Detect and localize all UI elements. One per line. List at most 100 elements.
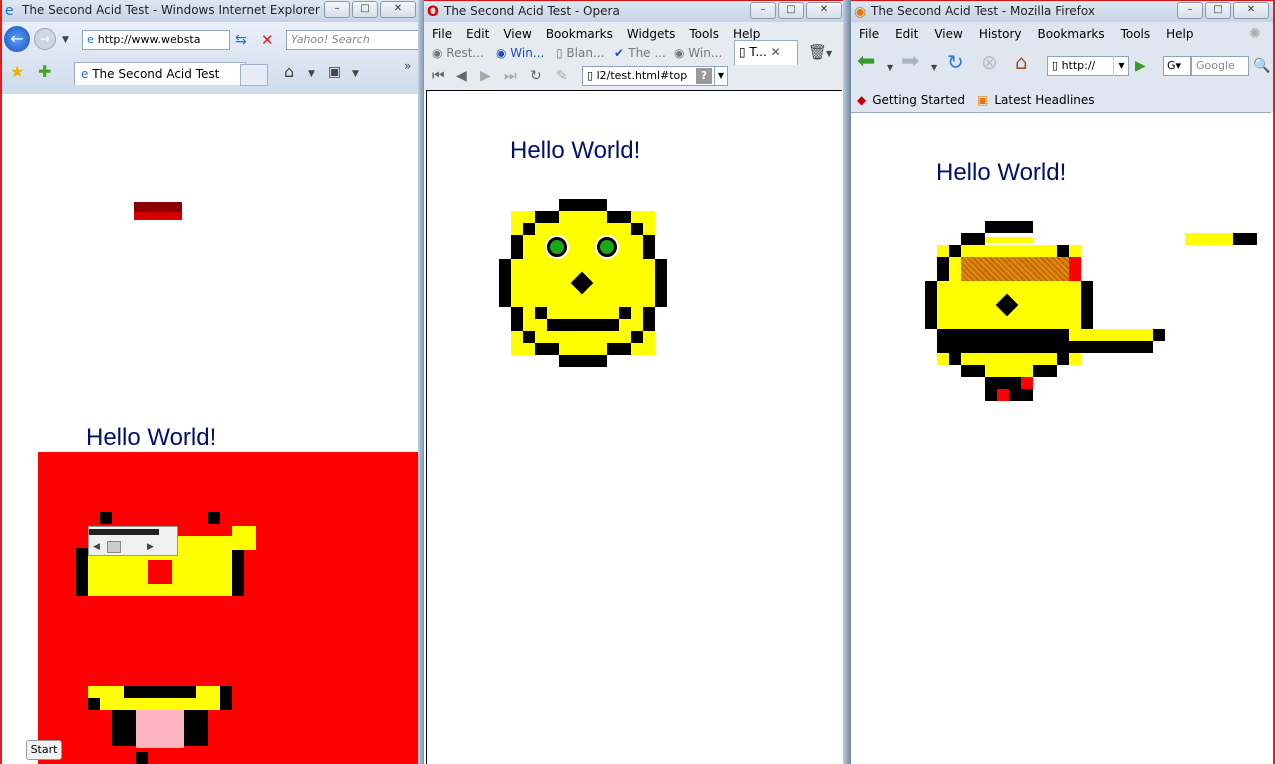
home-dropdown-icon[interactable]: ▼ <box>308 66 315 82</box>
forward-icon[interactable]: → <box>34 28 56 50</box>
opera-tab-3[interactable]: ▯ Blan... <box>556 42 610 64</box>
ff-outline-tr2 <box>1057 245 1069 257</box>
opera-menu-file[interactable]: File <box>432 24 452 44</box>
add-favorites-icon[interactable]: ✚ <box>38 64 51 80</box>
fast-forward-icon[interactable]: ⏭ <box>504 68 517 84</box>
face-dot-right <box>208 512 220 524</box>
firefox-search-field[interactable]: Google <box>1191 56 1249 76</box>
smiley-outline-bl3 <box>535 343 559 355</box>
address-dropdown-icon[interactable]: ▼ <box>714 66 728 86</box>
smiley-outline-tl2 <box>523 223 535 235</box>
smiley-mouth-left <box>535 307 547 319</box>
smiley-outline-right <box>643 235 655 259</box>
firefox-address-text: http:// <box>1061 59 1096 72</box>
firefox-menu-help[interactable]: Help <box>1166 24 1193 44</box>
firefox-forward-icon[interactable]: ➡ <box>901 51 919 73</box>
firefox-menu-file[interactable]: File <box>859 24 879 44</box>
ff-outline-bl2 <box>949 353 961 365</box>
firefox-menubar: File Edit View History Bookmarks Tools H… <box>851 24 1273 44</box>
firefox-window: ◉ The Second Acid Test - Mozilla Firefox… <box>851 0 1275 764</box>
back-icon[interactable]: ← <box>4 26 30 52</box>
ie-page: Hello World! ◀ ▶ Start <box>2 94 418 764</box>
bookmark-getting-started[interactable]: Getting Started <box>872 93 965 107</box>
ie-close-button[interactable]: ✕ <box>380 1 416 18</box>
favorites-star-icon[interactable]: ★ <box>10 64 24 80</box>
ff-brown-band <box>961 257 1069 281</box>
opera-window: O The Second Acid Test - Opera – □ ✕ Fil… <box>424 0 846 764</box>
opera-menu-tools[interactable]: Tools <box>689 24 719 44</box>
opera-reload-icon[interactable]: ↻ <box>530 68 542 84</box>
start-button[interactable]: Start <box>26 740 62 760</box>
firefox-menu-bookmarks[interactable]: Bookmarks <box>1038 24 1105 44</box>
mouth-black-bar <box>124 686 196 698</box>
opera-tab-2-label: Win... <box>510 46 545 60</box>
opera-tab-5[interactable]: ◉ Win... <box>674 42 730 64</box>
ie-search-field[interactable]: Yahoo! Search <box>286 30 420 50</box>
rewind-icon[interactable]: ⏮ <box>432 68 445 84</box>
ff-outline-top <box>985 221 1033 233</box>
opera-minimize-button[interactable]: – <box>750 2 776 19</box>
opera-forward-icon[interactable]: ▶ <box>480 68 491 84</box>
bookmark-latest-headlines[interactable]: Latest Headlines <box>994 93 1094 107</box>
scroll-left-icon[interactable]: ◀ <box>93 539 100 555</box>
refresh-icon[interactable]: ⇆ <box>235 32 247 48</box>
opera-tab-1[interactable]: ◉ Rest... <box>432 42 490 64</box>
opera-menu-widgets[interactable]: Widgets <box>627 24 676 44</box>
ie-address-field[interactable]: e http://www.websta <box>82 30 230 50</box>
bookmarks-toolbar: ◆ Getting Started ▣ Latest Headlines <box>851 88 1273 112</box>
firefox-menu-edit[interactable]: Edit <box>895 24 918 44</box>
firefox-forward-dropdown-icon[interactable]: ▼ <box>931 60 937 76</box>
mouth-side-right <box>220 686 232 710</box>
ie-maximize-button[interactable]: □ <box>352 1 378 18</box>
smiley-outline-br3 <box>607 343 631 355</box>
search-engine-icon[interactable]: G▾ <box>1163 56 1191 76</box>
edit-pen-icon[interactable]: ✎ <box>556 68 568 84</box>
opera-back-icon[interactable]: ◀ <box>456 68 467 84</box>
home-icon[interactable]: ⌂ <box>284 64 294 80</box>
go-arrow-icon[interactable]: ▶ <box>1135 58 1146 74</box>
stop-icon[interactable]: ✕ <box>261 32 274 48</box>
firefox-menu-history[interactable]: History <box>979 24 1022 44</box>
search-icon[interactable]: 🔍 <box>1253 58 1270 74</box>
red-block-strip <box>134 212 182 220</box>
chevron-more-icon[interactable]: » <box>404 58 411 74</box>
feeds-icon[interactable]: ▣ <box>328 64 341 80</box>
firefox-menu-view[interactable]: View <box>934 24 962 44</box>
feeds-dropdown-icon[interactable]: ▼ <box>352 66 359 82</box>
firefox-close-button[interactable]: ✕ <box>1233 2 1269 19</box>
firefox-back-icon[interactable]: ⬅ <box>857 51 875 73</box>
firefox-home-icon[interactable]: ⌂ <box>1015 52 1028 72</box>
opera-tab-active[interactable]: ▯ T... ✕ <box>734 40 798 65</box>
ff-chin-red-right <box>1021 377 1033 389</box>
face-right-black <box>232 548 244 596</box>
embedded-scrollbar[interactable]: ◀ ▶ <box>88 526 178 556</box>
help-icon[interactable]: ? <box>696 68 712 84</box>
opera-close-button[interactable]: ✕ <box>806 2 842 19</box>
ie-minimize-button[interactable]: – <box>324 1 350 18</box>
scrollbar-thumb[interactable] <box>107 541 121 553</box>
history-dropdown-icon[interactable]: ▼ <box>62 32 69 48</box>
opera-menu-edit[interactable]: Edit <box>466 24 489 44</box>
ie-tab-active[interactable]: e The Second Acid Test <box>74 62 246 85</box>
smiley-mouth-right <box>619 307 631 319</box>
firefox-stop-icon[interactable]: ⊗ <box>981 52 998 72</box>
firefox-minimize-button[interactable]: – <box>1177 2 1203 19</box>
firefox-back-dropdown-icon[interactable]: ▼ <box>887 60 893 76</box>
opera-menu-view[interactable]: View <box>503 24 531 44</box>
ie-red-area <box>38 452 418 764</box>
trash-dropdown-icon[interactable]: ▼ <box>826 46 832 62</box>
scroll-right-icon[interactable]: ▶ <box>147 539 154 555</box>
ie-new-tab[interactable] <box>240 64 268 86</box>
trash-icon[interactable]: 🗑 <box>808 44 827 60</box>
firefox-maximize-button[interactable]: □ <box>1205 2 1231 19</box>
opera-tab-4[interactable]: ✔ The ... <box>614 42 668 64</box>
ie-logo-icon: e <box>5 3 14 19</box>
tab-close-icon[interactable]: ✕ <box>771 45 781 59</box>
firefox-menu-tools[interactable]: Tools <box>1121 24 1151 44</box>
firefox-address-dropdown-icon[interactable]: ▼ <box>1113 56 1129 76</box>
opera-tab-2[interactable]: ◉ Win... <box>496 42 552 64</box>
opera-menu-bookmarks[interactable]: Bookmarks <box>546 24 613 44</box>
opera-tab-4-label: The ... <box>628 46 666 60</box>
firefox-reload-icon[interactable]: ↻ <box>947 52 964 72</box>
opera-maximize-button[interactable]: □ <box>778 2 804 19</box>
